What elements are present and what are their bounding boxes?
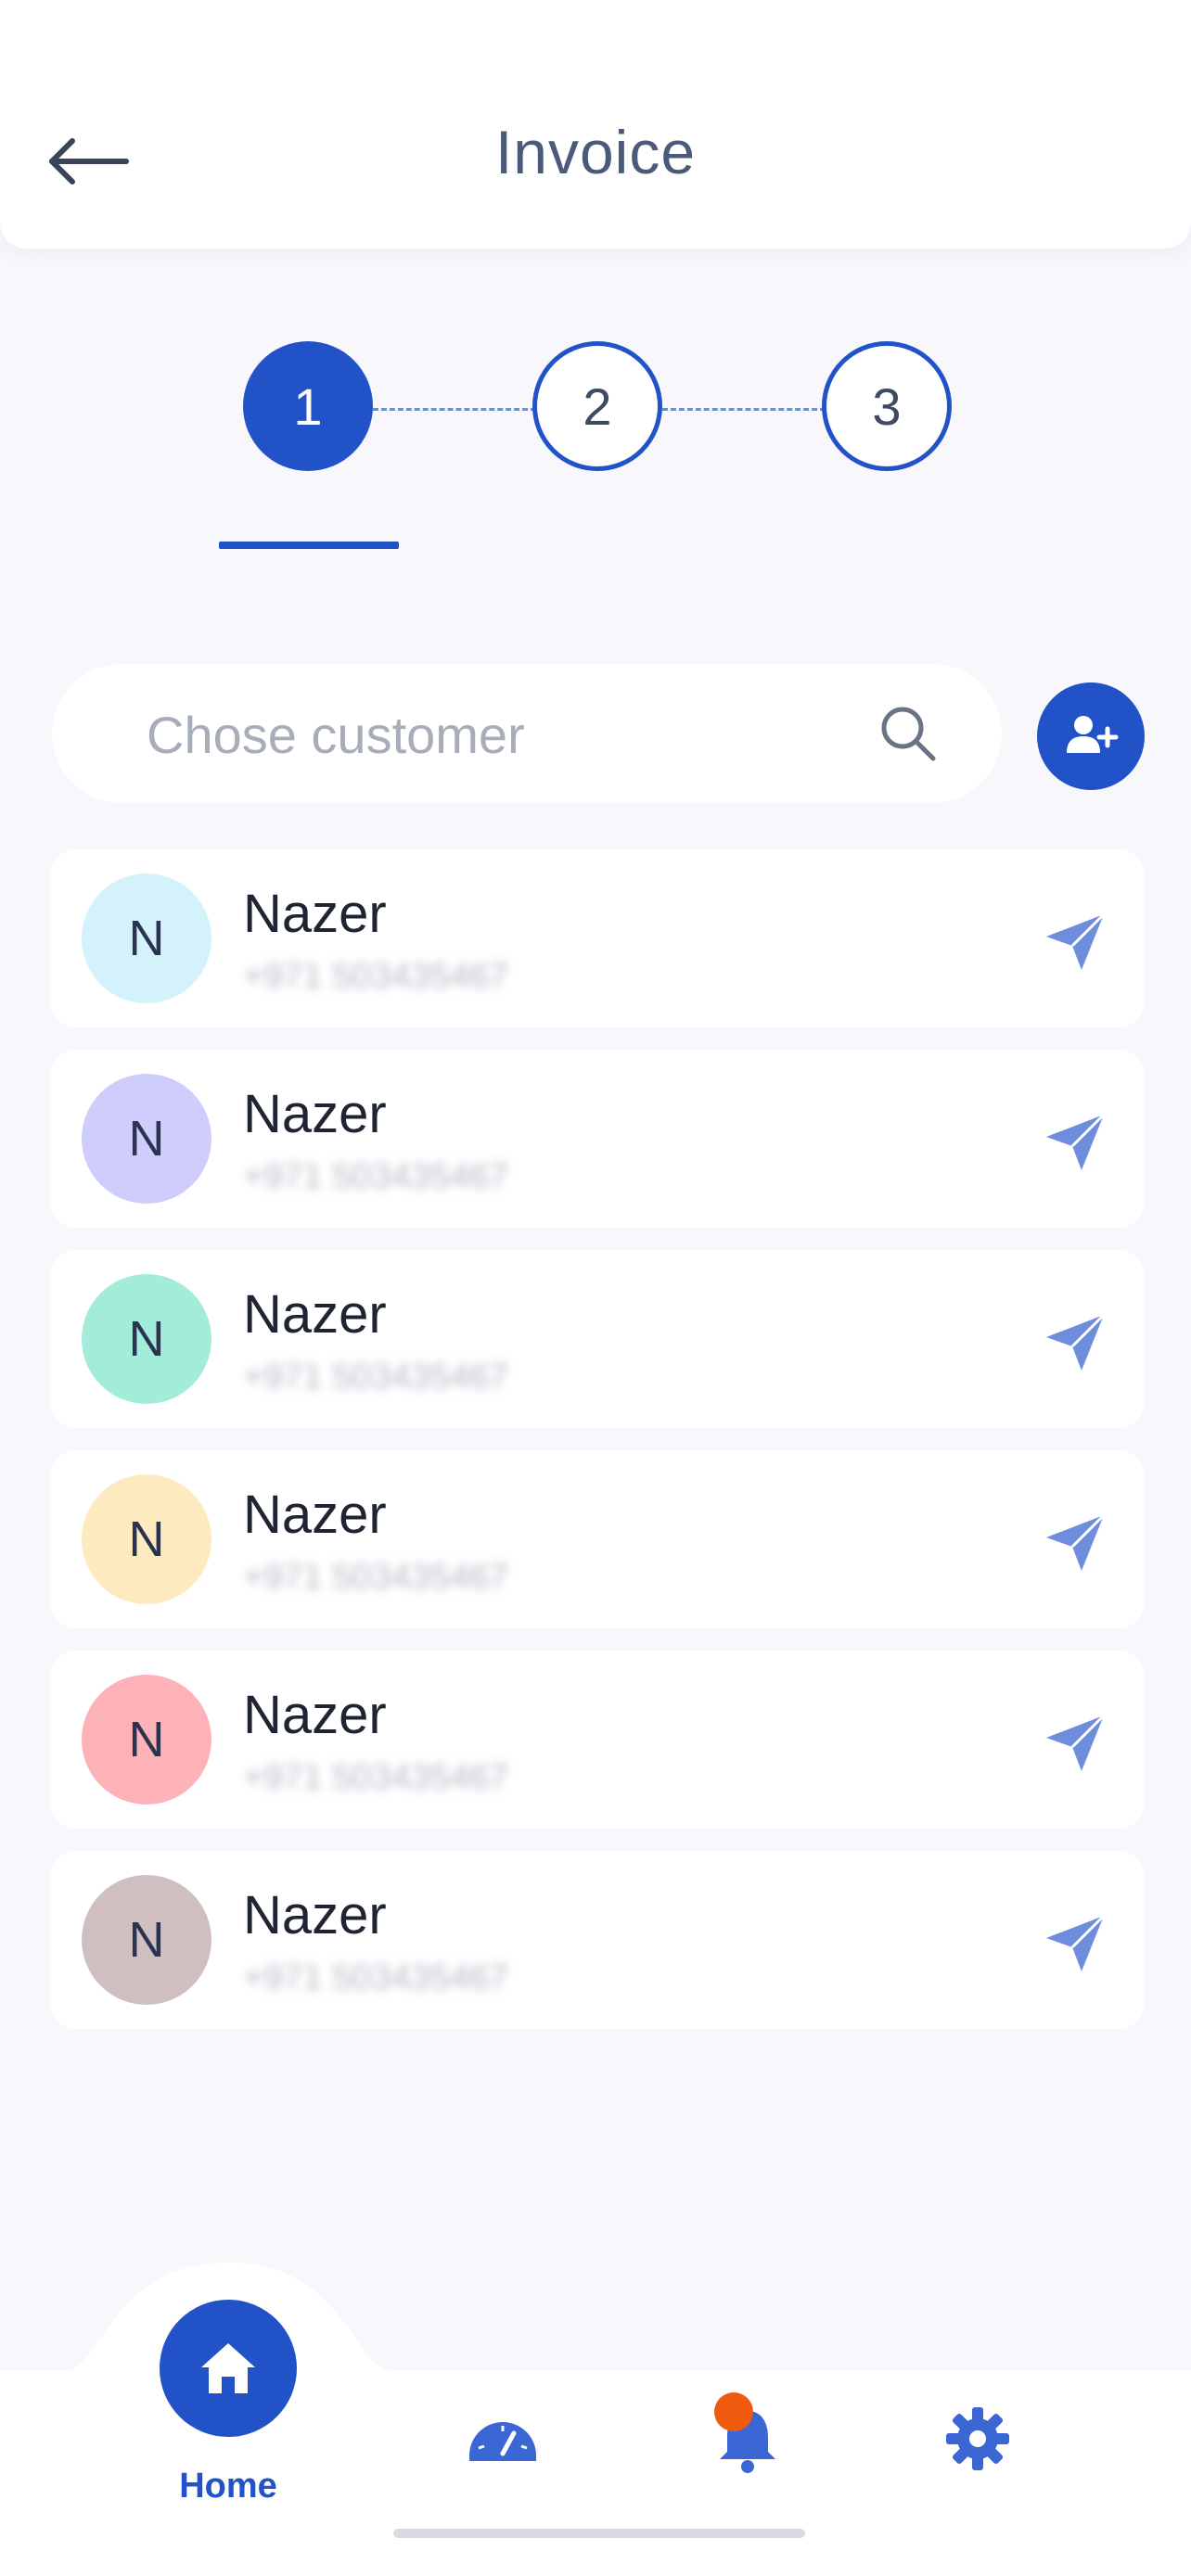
customer-search: [52, 664, 1002, 805]
avatar: N: [82, 1675, 211, 1804]
avatar: N: [82, 874, 211, 1003]
page-title: Invoice: [494, 118, 697, 186]
invoice-stepper: 1 2 3: [0, 334, 1191, 482]
send-icon[interactable]: [1043, 1910, 1108, 1975]
nav-dashboard-button[interactable]: [456, 2392, 549, 2485]
home-indicator: [393, 2529, 805, 2538]
customer-row[interactable]: N Nazer +971 503435467: [50, 1651, 1145, 1829]
avatar: N: [82, 1474, 211, 1604]
send-icon[interactable]: [1043, 1710, 1108, 1775]
home-icon: [201, 2343, 255, 2393]
customer-name: Nazer: [243, 1885, 387, 1945]
customer-row[interactable]: N Nazer +971 503435467: [50, 1250, 1145, 1428]
add-customer-button[interactable]: [1037, 682, 1145, 790]
search-icon[interactable]: [877, 703, 939, 764]
customer-name: Nazer: [243, 1485, 387, 1545]
customer-phone: +971 503435467: [243, 1157, 509, 1196]
send-icon[interactable]: [1043, 1510, 1108, 1575]
customer-row[interactable]: N Nazer +971 503435467: [50, 1050, 1145, 1228]
step-connector: [662, 408, 826, 411]
step-2[interactable]: 2: [532, 341, 662, 471]
add-user-icon: [1067, 716, 1119, 753]
nav-home-button[interactable]: [160, 2300, 297, 2437]
customer-phone: +971 503435467: [243, 1558, 509, 1597]
step-3[interactable]: 3: [822, 341, 952, 471]
customer-phone: +971 503435467: [243, 1758, 509, 1797]
customer-name: Nazer: [243, 1084, 387, 1144]
step-1[interactable]: 1: [243, 341, 373, 471]
avatar: N: [82, 1274, 211, 1404]
send-icon[interactable]: [1043, 1309, 1108, 1374]
app-header: Invoice: [0, 0, 1191, 249]
avatar: N: [82, 1875, 211, 2005]
customer-row[interactable]: N Nazer +971 503435467: [50, 1851, 1145, 2029]
customer-name: Nazer: [243, 884, 387, 944]
avatar: N: [82, 1074, 211, 1204]
customer-phone: +971 503435467: [243, 1958, 509, 1997]
customer-name: Nazer: [243, 1685, 387, 1745]
nav-notifications-button[interactable]: [701, 2392, 794, 2485]
customer-name: Nazer: [243, 1284, 387, 1345]
active-step-indicator: [219, 542, 399, 549]
customer-phone: +971 503435467: [243, 1358, 509, 1396]
customer-list: N Nazer +971 503435467 N Nazer +971 5034…: [50, 849, 1145, 2051]
customer-row[interactable]: N Nazer +971 503435467: [50, 849, 1145, 1027]
send-icon[interactable]: [1043, 1109, 1108, 1174]
step-connector: [373, 408, 536, 411]
customer-row[interactable]: N Nazer +971 503435467: [50, 1450, 1145, 1628]
gear-icon: [946, 2407, 1009, 2470]
notification-badge: [714, 2392, 753, 2431]
nav-home-label: Home: [179, 2467, 277, 2506]
customer-phone: +971 503435467: [243, 957, 509, 996]
nav-settings-button[interactable]: [931, 2392, 1024, 2485]
speedometer-icon: [469, 2422, 536, 2461]
send-icon[interactable]: [1043, 909, 1108, 974]
search-input[interactable]: [145, 664, 890, 805]
